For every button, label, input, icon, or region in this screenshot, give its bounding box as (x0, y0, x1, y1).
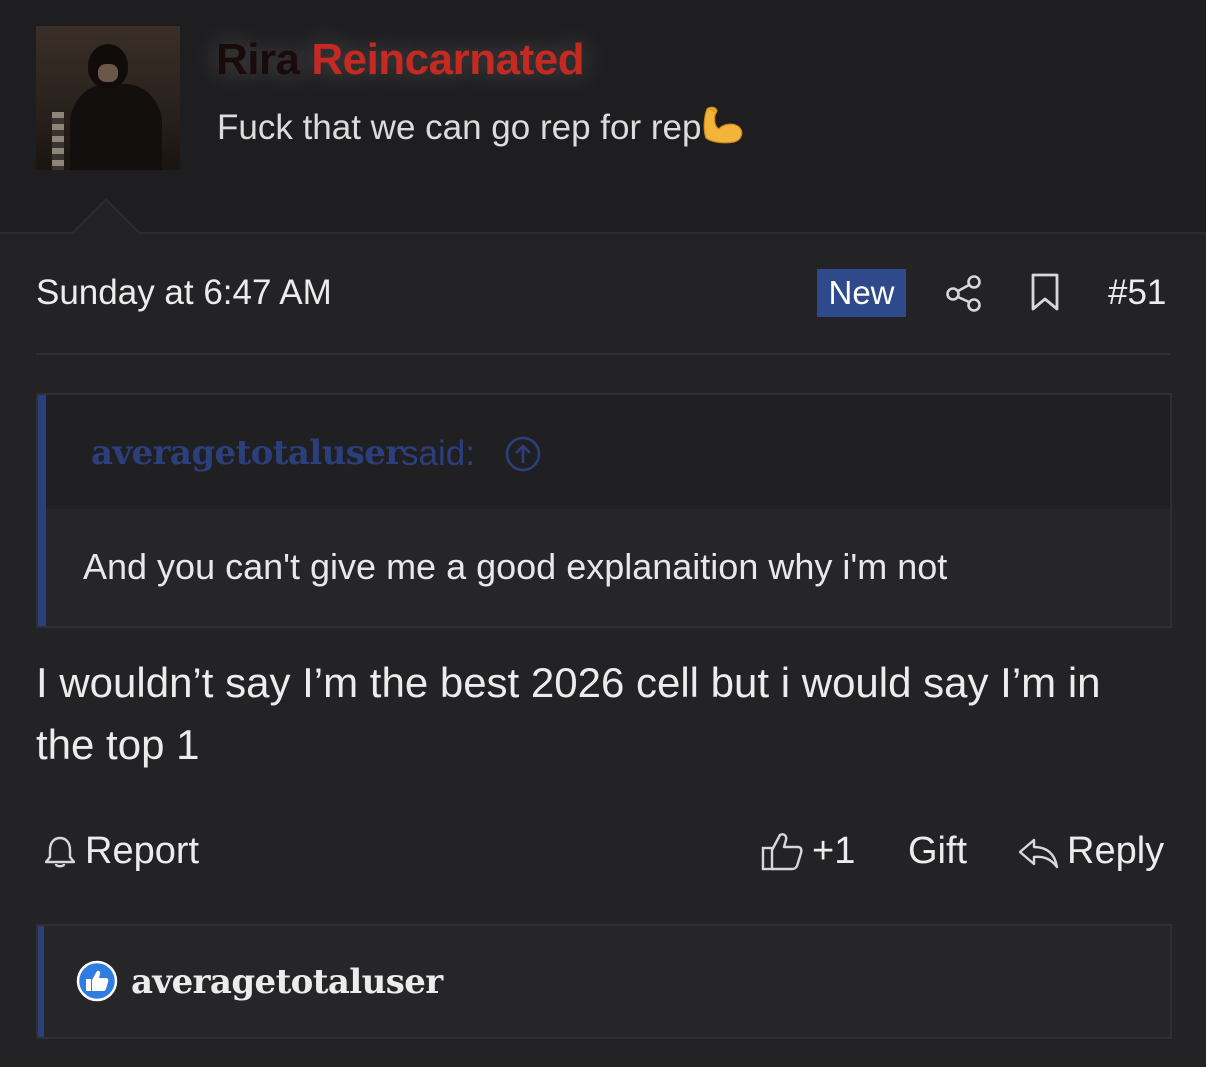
flexed-biceps-icon (704, 106, 743, 144)
avatar[interactable] (36, 26, 180, 170)
username-second: Reincarnated (311, 35, 585, 84)
username-first: Rira (216, 35, 300, 84)
quote-said-label: said: (401, 434, 475, 473)
quote-author-link[interactable]: averagetotaluser (91, 431, 403, 475)
user-title-text: Fuck that we can go rep for rep (217, 108, 702, 147)
gift-button[interactable]: Gift (908, 826, 967, 876)
reactor-user-link[interactable]: averagetotaluser (131, 960, 443, 1004)
forum-post: Rira Reincarnated Fuck that we can go re… (0, 0, 1206, 1067)
quote-text: And you can't give me a good explanaitio… (83, 546, 948, 587)
like-count: +1 (812, 830, 856, 872)
avatar-figure (70, 84, 162, 170)
reactions-bar[interactable]: averagetotaluser (36, 924, 1172, 1039)
share-icon[interactable] (944, 273, 984, 313)
avatar-background-detail (52, 112, 64, 170)
reply-icon (1018, 838, 1059, 869)
user-header: Rira Reincarnated Fuck that we can go re… (0, 0, 1206, 235)
divider (36, 353, 1170, 355)
reply-button[interactable]: Reply (1016, 826, 1176, 876)
quote-block: averagetotaluser said: And you can't giv… (36, 393, 1172, 628)
report-label: Report (85, 830, 200, 872)
reply-label: Reply (1067, 830, 1165, 872)
post-body: I wouldn’t say I’m the best 2026 cell bu… (36, 659, 1101, 768)
quote-header: averagetotaluser said: (46, 395, 1170, 509)
username-link[interactable]: Rira Reincarnated (216, 34, 585, 86)
quote-accent-bar (38, 395, 46, 626)
reactions-accent-bar (38, 926, 44, 1037)
user-title: Fuck that we can go rep for rep (217, 105, 745, 149)
jump-to-quote-icon[interactable] (504, 435, 542, 473)
like-button[interactable]: +1 (760, 826, 860, 876)
post-number-link[interactable]: #51 (1108, 272, 1166, 314)
bell-icon (44, 836, 76, 868)
post-timestamp[interactable]: Sunday at 6:47 AM (36, 272, 332, 314)
like-reaction-icon (76, 960, 118, 1002)
avatar-figure-face (98, 64, 118, 82)
thumbs-up-icon (761, 833, 803, 871)
header-pointer-inner (72, 201, 140, 235)
new-badge: New (817, 269, 906, 317)
bookmark-icon[interactable] (1028, 272, 1062, 312)
